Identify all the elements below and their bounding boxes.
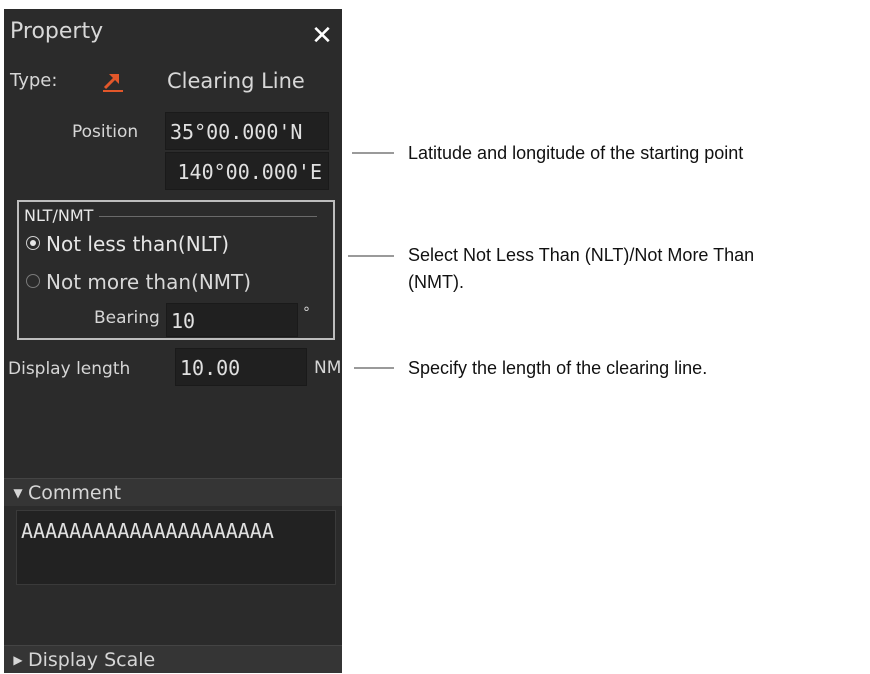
callout-line-display-length (354, 367, 394, 369)
close-button[interactable]: ✕ (307, 21, 337, 51)
callout-line-position (352, 152, 394, 154)
latitude-field[interactable]: 35°00.000'N (165, 112, 329, 150)
chevron-down-icon: ▼ (13, 486, 23, 500)
group-divider (99, 216, 317, 217)
clearing-line-icon (103, 74, 123, 92)
radio-nmt[interactable]: Not more than(NMT) (26, 270, 251, 294)
callout-line-nlt-nmt (348, 255, 394, 257)
longitude-field[interactable]: 140°00.000'E (165, 152, 329, 190)
radio-nlt[interactable]: Not less than(NLT) (26, 232, 229, 256)
nlt-nmt-group: NLT/NMT Not less than(NLT) Not more than… (17, 200, 335, 340)
type-label: Type: (10, 70, 58, 91)
display-length-field[interactable]: 10.00 (175, 348, 307, 386)
comment-section-header[interactable]: ▼ Comment (4, 478, 342, 506)
radio-unchecked-icon (26, 274, 40, 288)
comment-textarea[interactable]: AAAAAAAAAAAAAAAAAAAAA (16, 510, 336, 585)
comment-header-label: Comment (28, 482, 122, 504)
callout-nlt-nmt-line1: Select Not Less Than (NLT)/Not More Than (408, 245, 755, 265)
nlt-nmt-group-title: NLT/NMT (24, 206, 98, 225)
panel-title: Property (10, 19, 104, 44)
title-bar: Property ✕ (4, 9, 342, 59)
callout-display-length: Specify the length of the clearing line. (408, 358, 708, 378)
close-icon: ✕ (311, 21, 333, 51)
bearing-label: Bearing (94, 308, 160, 328)
position-label: Position (72, 122, 139, 142)
property-panel: Property ✕ Type: Clearing Line Position … (4, 9, 342, 673)
degree-unit: ° (303, 305, 310, 321)
bearing-field[interactable]: 10 (166, 303, 298, 337)
display-scale-section-header[interactable]: ▶ Display Scale (4, 645, 342, 673)
display-scale-header-label: Display Scale (28, 649, 156, 671)
display-length-unit: NM (314, 358, 342, 378)
radio-nlt-label: Not less than(NLT) (46, 232, 230, 256)
radio-nmt-label: Not more than(NMT) (46, 270, 252, 294)
display-length-label: Display length (8, 359, 131, 379)
radio-checked-icon (26, 236, 40, 250)
callout-nlt-nmt-line2: (NMT). (408, 272, 464, 292)
chevron-right-icon: ▶ (13, 653, 23, 667)
callout-position: Latitude and longitude of the starting p… (408, 143, 744, 163)
type-value: Clearing Line (167, 69, 305, 93)
